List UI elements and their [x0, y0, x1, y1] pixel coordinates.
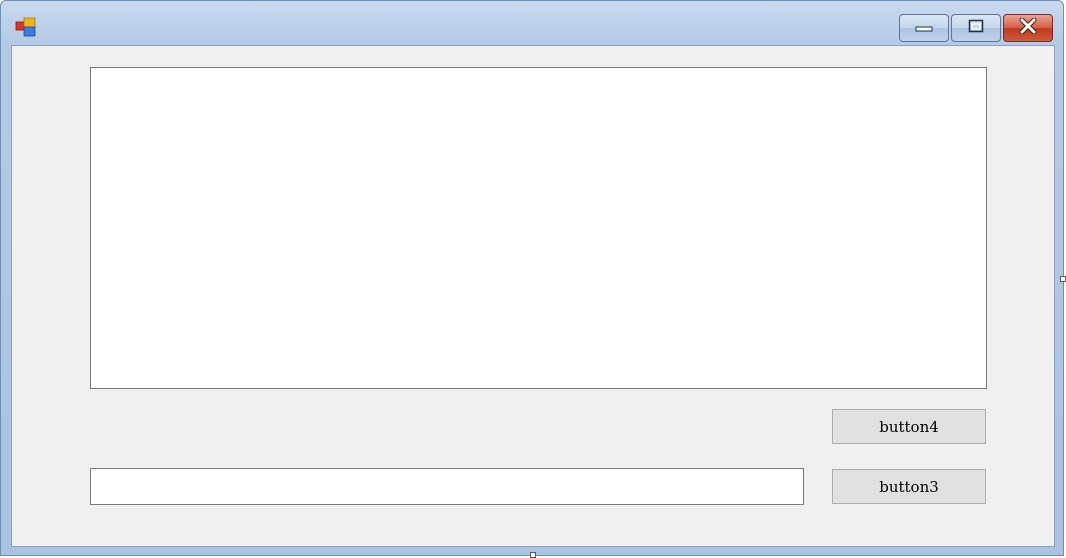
maximize-button[interactable] — [951, 14, 1001, 42]
title-bar[interactable] — [1, 1, 1063, 45]
button3[interactable]: button3 — [832, 469, 986, 504]
text-input[interactable] — [90, 468, 804, 505]
minimize-icon — [915, 19, 933, 37]
multiline-textbox[interactable] — [90, 67, 987, 389]
resize-handle-right[interactable] — [1060, 276, 1066, 282]
resize-handle-bottom[interactable] — [530, 552, 536, 558]
form-client-area: button4 button3 — [11, 45, 1055, 547]
minimize-button[interactable] — [899, 14, 949, 42]
app-icon[interactable] — [15, 17, 37, 39]
button4[interactable]: button4 — [832, 409, 986, 444]
close-icon — [1018, 17, 1038, 39]
application-window: button4 button3 — [0, 0, 1064, 556]
close-button[interactable] — [1003, 14, 1053, 42]
maximize-icon — [968, 19, 984, 38]
